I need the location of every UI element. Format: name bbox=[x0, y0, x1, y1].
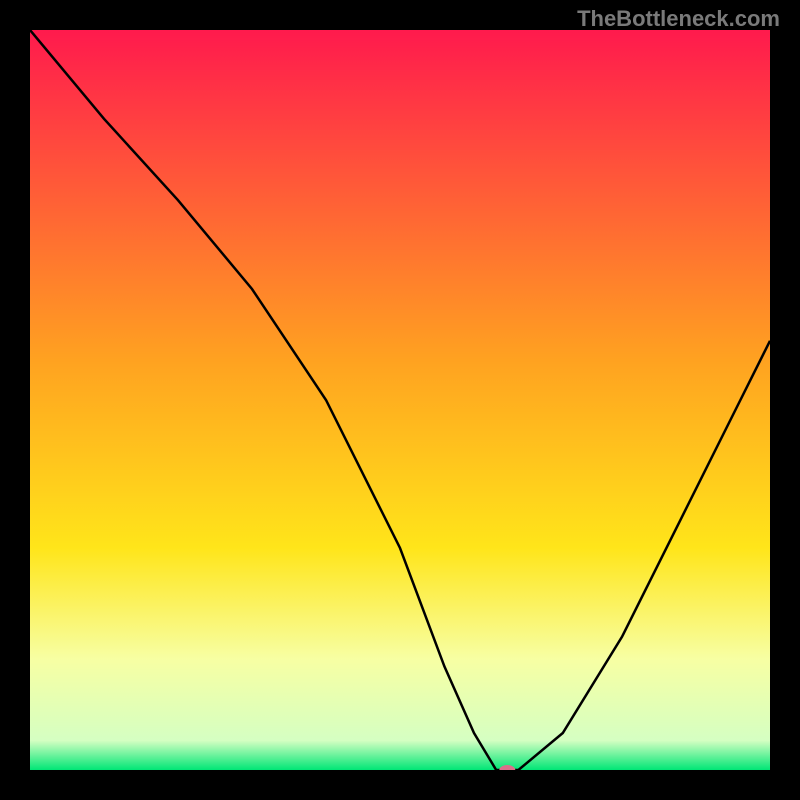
plot-area bbox=[30, 30, 770, 770]
watermark-text: TheBottleneck.com bbox=[577, 6, 780, 32]
chart-container: TheBottleneck.com bbox=[0, 0, 800, 800]
chart-svg bbox=[30, 30, 770, 770]
heatmap-background bbox=[30, 30, 770, 770]
